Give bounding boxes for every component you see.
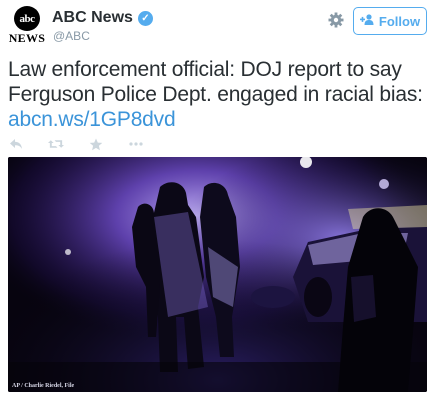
- user-handle[interactable]: @ABC: [53, 29, 90, 43]
- verified-badge-icon: ✓: [137, 10, 153, 26]
- photo-credit: AP / Charlie Riedel, File: [12, 383, 75, 389]
- display-name[interactable]: ABC News: [52, 9, 133, 27]
- abc-logo: abc: [14, 6, 40, 31]
- favorite-icon[interactable]: [88, 137, 104, 151]
- gear-icon[interactable]: [326, 10, 346, 30]
- photo-image: [8, 157, 427, 392]
- follow-label: Follow: [378, 13, 421, 29]
- tweet-actions: [8, 136, 168, 152]
- more-icon[interactable]: [128, 137, 144, 151]
- tweet-photo[interactable]: AP / Charlie Riedel, File: [8, 157, 427, 392]
- add-user-icon: [359, 14, 374, 28]
- avatar[interactable]: abc NEWS: [8, 6, 46, 44]
- tweet-link[interactable]: abcn.ws/1GP8dvd: [8, 107, 433, 132]
- name-row[interactable]: ABC News ✓: [52, 9, 153, 27]
- reply-icon[interactable]: [8, 137, 24, 151]
- follow-button[interactable]: Follow: [353, 7, 427, 35]
- retweet-icon[interactable]: [48, 137, 64, 151]
- tweet-text: Law enforcement official: DOJ report to …: [8, 57, 433, 132]
- news-logo-text: NEWS: [8, 31, 46, 45]
- tweet-body: Law enforcement official: DOJ report to …: [8, 58, 423, 106]
- tweet-header: abc NEWS ABC News ✓ @ABC Follow: [0, 0, 434, 48]
